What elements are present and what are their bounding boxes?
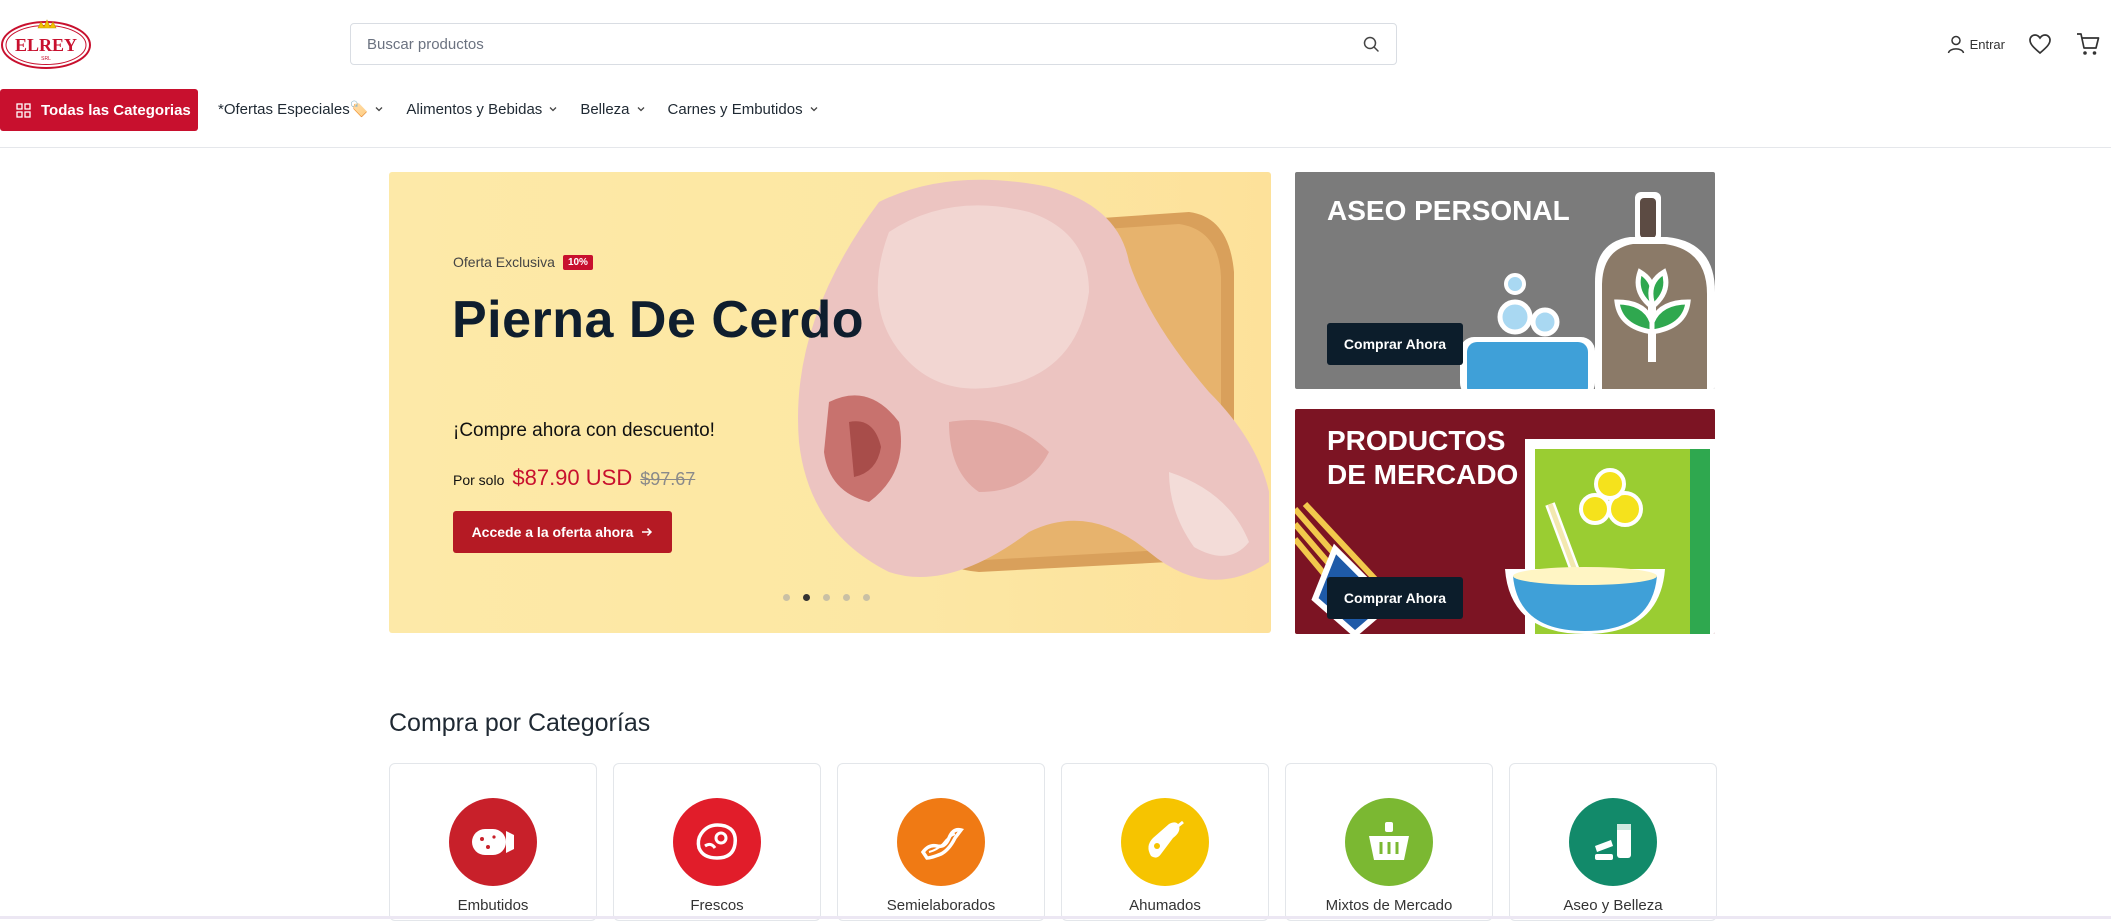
category-label: Frescos [690,897,744,914]
category-label: Embutidos [457,897,529,914]
category-nav: Todas las Categorias *Ofertas Especiales… [0,88,2111,148]
carousel-dots [783,594,870,601]
chevron-down-icon [810,107,818,112]
carousel-dot[interactable] [783,594,790,601]
user-icon [1947,35,1964,54]
sausage-icon [472,829,514,855]
svg-text:SRL: SRL [41,56,51,62]
carousel-dot-active[interactable] [803,594,810,601]
arrow-right-icon [642,527,653,537]
hero-banner[interactable]: Oferta Exclusiva 10% Pierna De Cerdo ¡Co… [389,172,1271,633]
categories-section-title: Compra por Categorías [389,709,651,737]
nav-item-label: *Ofertas Especiales🏷️ [218,101,369,118]
category-label: Aseo y Belleza [1563,897,1663,914]
category-card-semielaborados[interactable]: Semielaborados [837,763,1045,921]
chevron-down-icon [375,107,383,112]
nav-item-label: Carnes y Embutidos [667,100,803,118]
cart-icon[interactable] [2075,31,2101,57]
pork-leg-image [798,179,1269,580]
category-label: Ahumados [1129,897,1201,914]
category-icon-circle [897,798,985,886]
category-card-frescos[interactable]: Frescos [613,763,821,921]
category-icon-circle [1345,798,1433,886]
carousel-dot[interactable] [843,594,850,601]
search-bar[interactable] [350,23,1397,65]
search-icon[interactable] [1362,35,1380,53]
hero-subtitle: ¡Compre ahora con descuento! [453,420,715,441]
nav-item-label: Belleza [580,100,630,118]
login-label: Entrar [1969,36,2005,52]
all-categories-button[interactable]: Todas las Categorias [0,89,198,131]
category-grid: Embutidos Frescos Semielaborados Ahumado… [389,763,1717,921]
category-card-aseo-belleza[interactable]: Aseo y Belleza [1509,763,1717,921]
nav-menu: *Ofertas Especiales🏷️ Alimentos y Bebida… [218,100,819,118]
top-bar: ELREY SRL Entrar [0,0,2111,88]
promo-productos-mercado[interactable]: PRODUCTOS DE MERCADO Comprar Ahora [1295,409,1715,634]
promo-cta-button[interactable]: Comprar Ahora [1327,577,1463,619]
category-icon-circle [449,798,537,886]
nav-item-belleza[interactable]: Belleza [580,100,645,118]
cosmetics-icon [1595,824,1631,860]
category-icon-circle [1121,798,1209,886]
promo-title: PRODUCTOS DE MERCADO [1327,425,1519,490]
price-current: $87.90 USD [512,465,633,490]
category-card-mixtos[interactable]: Mixtos de Mercado [1285,763,1493,921]
search-input[interactable] [367,35,1362,53]
category-icon-circle [673,798,761,886]
svg-text:ELREY: ELREY [15,35,77,55]
brand-logo[interactable]: ELREY SRL [0,18,94,70]
category-label: Semielaborados [886,897,996,914]
chevron-down-icon [549,107,557,112]
promo-title: ASEO PERSONAL [1327,195,1570,226]
heart-icon[interactable] [2027,31,2053,57]
offer-label: Oferta Exclusiva [453,254,555,270]
offer-row: Oferta Exclusiva 10% [453,254,593,270]
category-card-ahumados[interactable]: Ahumados [1061,763,1269,921]
nav-item-label: Alimentos y Bebidas [406,100,543,118]
bacon-icon [920,827,964,860]
offer-cta-label: Accede a la oferta ahora [471,524,634,540]
price-label: Por solo [453,472,505,488]
header-tools: Entrar [1946,30,2111,58]
grid-icon [16,102,31,118]
category-icon-circle [1569,798,1657,886]
price-original: $97.67 [640,469,696,489]
nav-item-carnes[interactable]: Carnes y Embutidos [668,100,819,118]
steak-icon [696,823,738,860]
hero-title: Pierna De Cerdo [452,291,865,349]
price-row: Por solo $87.90 USD $97.67 [453,465,695,491]
nav-item-ofertas[interactable]: *Ofertas Especiales🏷️ [218,100,384,118]
nav-item-alimentos[interactable]: Alimentos y Bebidas [406,100,558,118]
carousel-dot[interactable] [823,594,830,601]
promo-aseo-personal[interactable]: ASEO PERSONAL Comprar Ahora [1295,172,1715,389]
category-card-embutidos[interactable]: Embutidos [389,763,597,921]
chevron-down-icon [637,107,644,112]
discount-badge: 10% [562,254,593,270]
category-label: Mixtos de Mercado [1325,897,1453,914]
offer-cta-button[interactable]: Accede a la oferta ahora [453,511,672,553]
login-button[interactable]: Entrar [1946,34,2005,54]
basket-icon [1369,822,1409,860]
all-categories-label: Todas las Categorias [41,101,191,119]
ham-leg-icon [1148,820,1184,858]
carousel-dot[interactable] [863,594,870,601]
page-divider [0,916,2111,919]
promo-cta-button[interactable]: Comprar Ahora [1327,323,1463,365]
